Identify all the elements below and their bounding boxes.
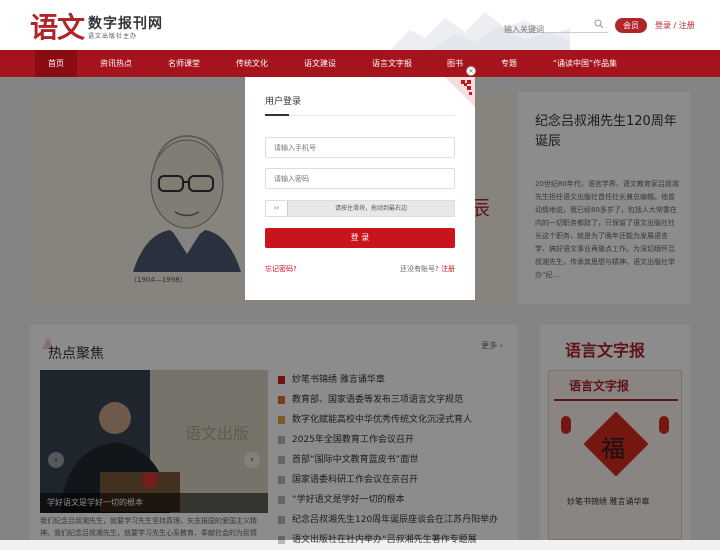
slider-handle[interactable]: ›› — [266, 201, 288, 216]
login-modal: 用户登录 ›› 请按住滑块，拖动到最右边 登 录 忘记密码? 还没有账号? 注册 — [245, 77, 475, 300]
site-header: 语文 数字报刊网 语文出版社主办 会员 登录 / 注册 — [0, 0, 720, 50]
login-button[interactable]: 登 录 — [265, 228, 455, 248]
captcha-slider[interactable]: ›› 请按住滑块，拖动到最右边 — [265, 200, 455, 217]
register-prompt: 还没有账号? 注册 — [400, 264, 455, 274]
nav-item-yuwen[interactable]: 语文建设 — [294, 50, 346, 77]
member-button[interactable]: 会员 — [615, 18, 647, 33]
nav-item-culture[interactable]: 传统文化 — [226, 50, 278, 77]
nav-item-topics[interactable]: 专题 — [494, 50, 524, 77]
register-link[interactable]: 注册 — [441, 265, 455, 273]
logo-calligraphy[interactable]: 语文 — [30, 6, 85, 46]
logo-subtitle: 语文出版社主办 — [88, 33, 138, 40]
slider-hint: 请按住滑块，拖动到最右边 — [334, 205, 407, 212]
main-nav: 首页 资讯热点 名师课堂 传统文化 语文建设 语言文字报 图书 专题 “诵读中国… — [0, 50, 720, 77]
phone-input[interactable] — [265, 137, 455, 158]
auth-links: 登录 / 注册 — [655, 20, 695, 31]
search-input[interactable] — [504, 25, 588, 34]
forgot-password-link[interactable]: 忘记密码? — [265, 264, 297, 274]
nav-item-news[interactable]: 资讯热点 — [90, 50, 142, 77]
register-link[interactable]: 注册 — [679, 21, 695, 30]
search-box[interactable] — [504, 17, 608, 34]
nav-item-teachers[interactable]: 名师课堂 — [158, 50, 210, 77]
title-divider — [265, 115, 455, 116]
modal-title: 用户登录 — [265, 97, 302, 107]
nav-item-recital[interactable]: “诵读中国”作品集 — [545, 50, 625, 77]
nav-item-home[interactable]: 首页 — [35, 50, 77, 77]
close-icon[interactable]: × — [466, 66, 476, 76]
password-input[interactable] — [265, 168, 455, 189]
search-icon[interactable] — [594, 19, 604, 29]
no-account-text: 还没有账号? — [400, 265, 439, 273]
auth-divider: / — [673, 21, 677, 30]
qr-code-icon[interactable] — [445, 77, 475, 107]
logo-title[interactable]: 数字报刊网 — [88, 13, 163, 33]
nav-item-newspaper[interactable]: 语言文字报 — [362, 50, 422, 77]
active-tab-indicator — [265, 114, 289, 116]
login-link[interactable]: 登录 — [655, 21, 671, 30]
